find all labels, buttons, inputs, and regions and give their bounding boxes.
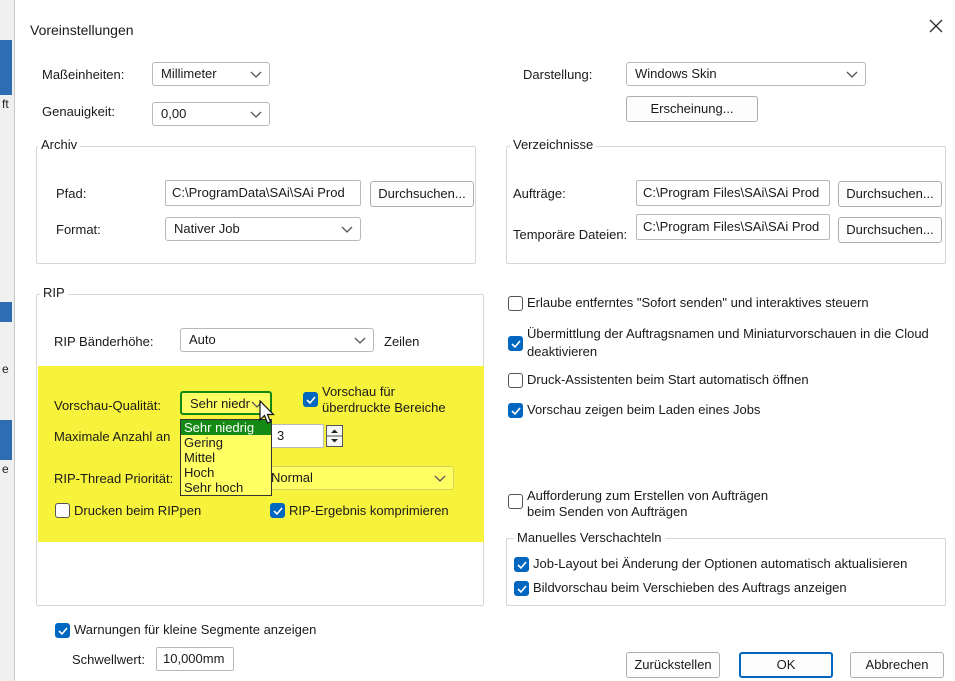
precision-value: 0,00 [161,106,187,121]
directories-temp-label: Temporäre Dateien: [513,227,628,242]
background-app-blue-bar [0,420,12,460]
ok-button[interactable]: OK [739,652,833,678]
max-count-value: 3 [277,428,285,443]
units-value: Millimeter [161,66,217,81]
archive-format-label: Format: [56,222,101,237]
archive-format-value: Nativer Job [174,221,240,236]
rip-band-height-combo[interactable]: Auto [180,328,374,352]
display-combo[interactable]: Windows Skin [626,62,866,86]
close-icon[interactable] [926,16,948,38]
request-jobs-label-2: beim Senden von Aufträgen [527,504,688,519]
spinner-arrows-icon [327,429,342,443]
nesting-group-title: Manuelles Verschachteln [514,530,665,545]
background-app-blue-bar [0,40,12,95]
dropdown-option[interactable]: Sehr hoch [181,480,271,495]
background-app-text: e [2,462,9,476]
archive-path-label: Pfad: [56,186,87,201]
chevron-down-icon [250,111,262,118]
background-app-text: e [2,362,9,376]
request-jobs-label-1: Aufforderung zum Erstellen von Aufträgen [527,488,769,503]
background-app-blue-bar [0,302,12,322]
archive-group-title: Archiv [38,137,81,152]
dropdown-option[interactable]: Mittel [181,450,271,465]
rip-band-height-label: RIP Bänderhöhe: [54,334,154,349]
dropdown-option[interactable]: Gering [181,435,271,450]
directories-temp-browse-button[interactable]: Durchsuchen... [838,217,942,243]
rip-band-height-value: Auto [189,332,216,347]
show-preview-label: Vorschau zeigen beim Laden eines Jobs [527,402,761,417]
compress-result-checkbox[interactable] [270,503,285,518]
image-preview-checkbox[interactable] [514,581,529,596]
archive-format-combo[interactable]: Nativer Job [165,217,361,241]
preview-quality-value: Sehr niedr [190,396,250,411]
directories-jobs-label: Aufträge: [513,186,566,201]
preview-quality-label: Vorschau-Qualität: [54,398,161,413]
thread-priority-combo[interactable]: Normal [262,466,454,490]
directories-group-title: Verzeichnisse [510,137,597,152]
compress-result-label: RIP-Ergebnis komprimieren [289,503,449,518]
chevron-down-icon [434,475,446,482]
rip-group-title: RIP [40,285,68,300]
image-preview-label: Bildvorschau beim Verschieben des Auftra… [533,580,847,595]
request-jobs-checkbox[interactable] [508,494,523,509]
thread-priority-label: RIP-Thread Priorität: [54,471,174,486]
display-label: Darstellung: [523,67,593,82]
dialog-title: Voreinstellungen [30,22,134,38]
cloud-disable-checkbox[interactable] [508,336,523,351]
max-count-label: Maximale Anzahl an [54,429,171,444]
archive-path-input[interactable]: C:\ProgramData\SAi\SAi Prod [165,180,361,206]
overprint-preview-checkbox[interactable] [303,392,318,407]
auto-update-checkbox[interactable] [514,557,529,572]
mouse-cursor-icon [259,400,275,424]
overprint-preview-label-2: überdruckte Bereiche [322,400,446,415]
print-while-rip-label: Drucken beim RIPpen [74,503,202,518]
print-assistant-checkbox[interactable] [508,373,523,388]
threshold-input[interactable]: 10,000mm [156,647,234,671]
remote-send-label: Erlaube entferntes "Sofort senden" und i… [527,295,869,310]
thread-priority-value: Normal [271,470,313,485]
chevron-down-icon [354,337,366,344]
directories-jobs-browse-button[interactable]: Durchsuchen... [838,181,942,207]
warnings-checkbox[interactable] [55,623,70,638]
overprint-preview-label-1: Vorschau für [322,384,395,399]
cloud-disable-label-1: Übermittlung der Auftragsnamen und Minia… [527,326,929,341]
appearance-button[interactable]: Erscheinung... [626,96,758,122]
precision-label: Genauigkeit: [42,104,115,119]
max-count-input[interactable]: 3 [270,424,324,448]
directories-temp-input[interactable]: C:\Program Files\SAi\SAi Prod [636,214,830,240]
print-assistant-label: Druck-Assistenten beim Start automatisch… [527,372,809,387]
chevron-down-icon [846,71,858,78]
units-label: Maßeinheiten: [42,67,125,82]
precision-combo[interactable]: 0,00 [152,102,270,126]
auto-update-label: Job-Layout bei Änderung der Optionen aut… [533,556,908,571]
chevron-down-icon [341,226,353,233]
background-app-text: ft [2,97,9,111]
directories-jobs-input[interactable]: C:\Program Files\SAi\SAi Prod [636,180,830,206]
dropdown-option[interactable]: Hoch [181,465,271,480]
units-combo[interactable]: Millimeter [152,62,270,86]
remote-send-checkbox[interactable] [508,296,523,311]
cloud-disable-label-2: deaktivieren [527,344,598,359]
warnings-label: Warnungen für kleine Segmente anzeigen [74,622,317,637]
show-preview-checkbox[interactable] [508,403,523,418]
rip-band-height-unit: Zeilen [384,334,420,349]
reset-button[interactable]: Zurückstellen [626,652,720,678]
print-while-rip-checkbox[interactable] [55,503,70,518]
archive-browse-button[interactable]: Durchsuchen... [370,181,474,207]
preview-quality-dropdown[interactable]: Sehr niedrig Gering Mittel Hoch Sehr hoc… [180,419,272,496]
chevron-down-icon [250,71,262,78]
cancel-button[interactable]: Abbrechen [850,652,944,678]
threshold-label: Schwellwert: [72,652,145,667]
max-count-spinner[interactable] [326,425,343,447]
display-value: Windows Skin [635,66,717,81]
